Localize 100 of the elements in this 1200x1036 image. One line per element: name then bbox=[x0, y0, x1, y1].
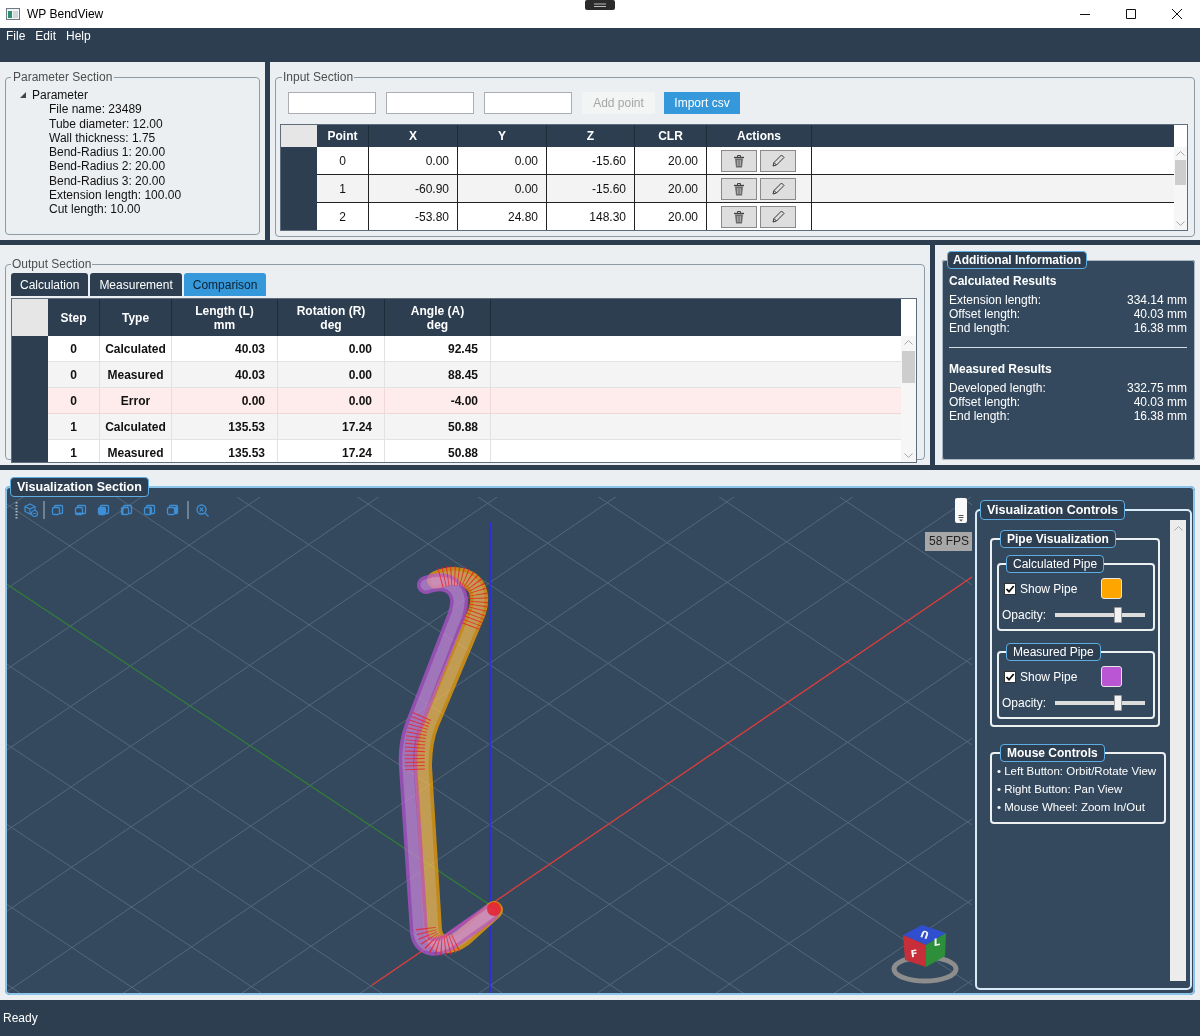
app-icon bbox=[6, 8, 20, 20]
tree-item[interactable]: Wall thickness: 1.75 bbox=[49, 130, 156, 146]
delete-button[interactable] bbox=[721, 205, 757, 228]
cube-view-icon[interactable] bbox=[143, 504, 156, 516]
table-cell: 17.24 bbox=[278, 414, 385, 440]
cube-view-icon[interactable] bbox=[166, 504, 179, 516]
table-cell: 2 bbox=[317, 203, 369, 230]
result-value: 332.75 mm bbox=[1126, 381, 1187, 395]
group-title: Mouse Controls bbox=[1000, 744, 1105, 762]
pipe-model[interactable] bbox=[398, 573, 499, 956]
cube-view-icon[interactable] bbox=[120, 504, 133, 516]
status-text: Ready bbox=[3, 1011, 38, 1025]
toolbar-grip-icon[interactable] bbox=[15, 501, 18, 519]
table-cell: 20.00 bbox=[635, 203, 707, 230]
tree-item[interactable]: Bend-Radius 3: 20.00 bbox=[49, 173, 166, 189]
tree-item[interactable]: Bend-Radius 1: 20.00 bbox=[49, 145, 166, 160]
vertical-scrollbar[interactable] bbox=[1170, 520, 1186, 981]
edit-button[interactable] bbox=[760, 149, 796, 172]
cube-icon[interactable] bbox=[24, 503, 38, 517]
table-cell: 88.45 bbox=[385, 362, 491, 388]
tab[interactable]: Calculation bbox=[11, 273, 89, 296]
view-cube-icon[interactable] bbox=[891, 925, 959, 984]
tree-item[interactable]: File name: 23489 bbox=[49, 102, 142, 117]
scrollbar-thumb[interactable] bbox=[902, 351, 915, 383]
bend-marker bbox=[437, 566, 489, 632]
table-cell: 0.00 bbox=[278, 388, 385, 414]
tab[interactable]: Measurement bbox=[90, 273, 182, 296]
section-title: Visualization Section bbox=[10, 477, 149, 497]
bend-marker bbox=[404, 712, 432, 773]
expander-icon[interactable] bbox=[20, 92, 26, 99]
tab[interactable]: Comparison bbox=[183, 273, 267, 296]
column-header[interactable]: Point bbox=[317, 125, 369, 147]
result-value: 334.14 mm bbox=[1126, 293, 1187, 307]
table-cell: 1 bbox=[317, 175, 369, 203]
color-swatch[interactable] bbox=[1101, 666, 1122, 687]
column-header[interactable]: Angle (A) deg bbox=[385, 299, 491, 336]
table-cell: -4.00 bbox=[385, 388, 491, 414]
delete-button[interactable] bbox=[721, 149, 757, 172]
table-cell: 135.53 bbox=[172, 414, 278, 440]
column-header[interactable]: Actions bbox=[707, 125, 812, 147]
chevron-down-icon[interactable] bbox=[1176, 221, 1185, 226]
checkbox[interactable] bbox=[1004, 582, 1016, 595]
tree-item[interactable]: Extension length: 100.00 bbox=[49, 188, 182, 203]
result-value: 16.38 mm bbox=[1133, 321, 1187, 335]
group-title: Calculated Pipe bbox=[1006, 555, 1105, 573]
text-input-field[interactable] bbox=[484, 92, 572, 114]
column-header[interactable]: Rotation (R) deg bbox=[278, 299, 385, 336]
menu-item[interactable]: Help bbox=[61, 28, 96, 46]
pencil-icon bbox=[771, 153, 785, 168]
slider-thumb[interactable] bbox=[1114, 695, 1122, 711]
column-header[interactable]: Length (L) mm bbox=[172, 299, 278, 336]
checkbox-label: Show Pipe bbox=[1020, 669, 1078, 684]
table-cell: 0.00 bbox=[278, 336, 385, 362]
slider-thumb[interactable] bbox=[1114, 607, 1122, 623]
table-cell: 148.30 bbox=[547, 203, 635, 230]
table-cell: Error bbox=[100, 388, 172, 414]
edit-button[interactable] bbox=[760, 177, 796, 200]
text-input-field[interactable] bbox=[288, 92, 376, 114]
column-header[interactable]: Z bbox=[547, 125, 635, 147]
vertical-scrollbar[interactable] bbox=[1174, 147, 1187, 230]
edit-button[interactable] bbox=[760, 205, 796, 228]
cube-view-icon[interactable] bbox=[74, 504, 87, 516]
chevron-up-icon[interactable] bbox=[1176, 151, 1185, 156]
tree-item[interactable]: Parameter bbox=[32, 88, 89, 103]
column-header[interactable]: X bbox=[369, 125, 458, 147]
vertical-scrollbar[interactable] bbox=[901, 336, 916, 462]
result-value: 40.03 mm bbox=[1133, 395, 1187, 409]
chevron-down-icon[interactable] bbox=[904, 453, 913, 458]
fps-counter: 58 FPS bbox=[925, 532, 972, 551]
table-cell: -53.80 bbox=[369, 203, 458, 230]
result-value: 16.38 mm bbox=[1133, 409, 1187, 423]
zoom-icon[interactable] bbox=[196, 503, 209, 517]
table-cell: 0 bbox=[48, 336, 100, 362]
menu-item[interactable]: File bbox=[1, 28, 31, 46]
checkbox-label: Show Pipe bbox=[1020, 581, 1078, 596]
delete-button[interactable] bbox=[721, 177, 757, 200]
text-input-field[interactable] bbox=[386, 92, 474, 114]
table-cell: -60.90 bbox=[369, 175, 458, 203]
chevron-up-icon[interactable] bbox=[1173, 526, 1183, 531]
panel-handle-icon[interactable] bbox=[955, 498, 967, 523]
mouse-hint: • Left Button: Orbit/Rotate View bbox=[997, 764, 1157, 779]
color-swatch[interactable] bbox=[1101, 578, 1122, 599]
pencil-icon bbox=[771, 181, 785, 196]
checkbox[interactable] bbox=[1004, 670, 1016, 683]
chevron-up-icon[interactable] bbox=[904, 340, 913, 345]
tree-item[interactable]: Bend-Radius 2: 20.00 bbox=[49, 159, 166, 174]
column-header[interactable]: Type bbox=[100, 299, 172, 336]
column-header[interactable]: Step bbox=[48, 299, 100, 336]
column-header[interactable]: CLR bbox=[635, 125, 707, 147]
grip-handle-icon[interactable] bbox=[585, 0, 615, 10]
table-cell: Calculated bbox=[100, 414, 172, 440]
table-cell: 0.00 bbox=[278, 362, 385, 388]
menu-item[interactable]: Edit bbox=[30, 28, 62, 46]
tree-item[interactable]: Cut length: 10.00 bbox=[49, 202, 141, 217]
trash-icon bbox=[733, 209, 745, 224]
tree-item[interactable]: Tube diameter: 12.00 bbox=[49, 116, 163, 131]
scrollbar-thumb[interactable] bbox=[1175, 160, 1186, 185]
cube-view-icon[interactable] bbox=[51, 504, 64, 516]
column-header[interactable]: Y bbox=[458, 125, 547, 147]
cube-view-icon[interactable] bbox=[97, 504, 110, 516]
